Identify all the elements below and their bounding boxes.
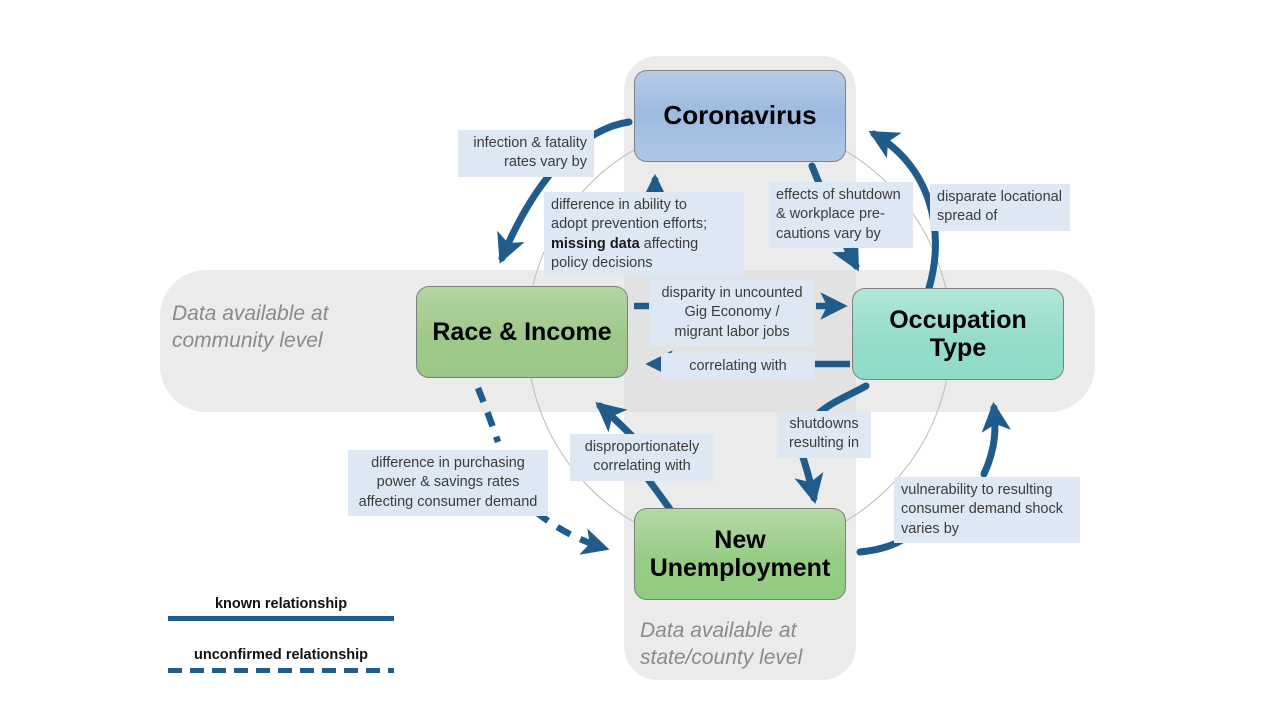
edge-label-correlating-with: correlating with xyxy=(661,353,815,381)
arrow-race-to-unemployment-dashed-bottom xyxy=(533,509,610,555)
community-level-caption: Data available at community level xyxy=(172,302,329,353)
legend-dashed-line-icon xyxy=(168,667,394,673)
edge-label-gig-economy: disparity in uncounted Gig Economy / mig… xyxy=(650,280,814,346)
node-new-unemployment-label: New Unemployment xyxy=(649,526,831,582)
node-coronavirus[interactable]: Coronavirus xyxy=(634,70,846,162)
node-occupation-type[interactable]: Occupation Type xyxy=(852,288,1064,380)
diagram-canvas: Coronavirus Race & Income Occupation Typ… xyxy=(0,0,1280,720)
node-new-unemployment[interactable]: New Unemployment xyxy=(634,508,846,600)
state-county-level-caption: Data available at state/county level xyxy=(640,619,803,670)
legend: known relationship unconfirmed relations… xyxy=(168,596,394,673)
legend-known-relationship: known relationship xyxy=(168,596,394,622)
arrow-unemployment-to-occupation-tail xyxy=(980,401,1012,478)
edge-label-disproportionately-correlating: disproportionately correlating with xyxy=(570,434,714,481)
prevention-text-pre: difference in ability to adopt preventio… xyxy=(551,197,708,233)
node-coronavirus-label: Coronavirus xyxy=(663,100,817,131)
prevention-text-bold: missing data xyxy=(551,235,640,252)
node-race-and-income[interactable]: Race & Income xyxy=(416,286,628,378)
edge-label-purchasing-power: difference in purchasing power & savings… xyxy=(348,450,548,516)
edge-label-shutdowns-resulting-in: shutdowns resulting in xyxy=(777,411,871,458)
edge-label-shutdown-effects: effects of shutdown & workplace pre- cau… xyxy=(769,182,913,248)
edge-label-vulnerability-demand-shock: vulnerability to resulting consumer dema… xyxy=(894,477,1080,543)
edge-label-prevention-efforts: difference in ability to adopt preventio… xyxy=(544,192,744,278)
node-occupation-type-label: Occupation Type xyxy=(889,306,1027,362)
legend-unconfirmed-relationship: unconfirmed relationship xyxy=(168,647,394,673)
legend-solid-line-icon xyxy=(168,616,394,622)
node-race-and-income-label: Race & Income xyxy=(432,318,612,346)
legend-unconfirmed-label: unconfirmed relationship xyxy=(193,647,368,664)
edge-label-disparate-locational: disparate locational spread of xyxy=(930,184,1070,231)
legend-known-label: known relationship xyxy=(214,596,348,612)
edge-label-infection-fatality: infection & fatality rates vary by xyxy=(458,130,594,177)
